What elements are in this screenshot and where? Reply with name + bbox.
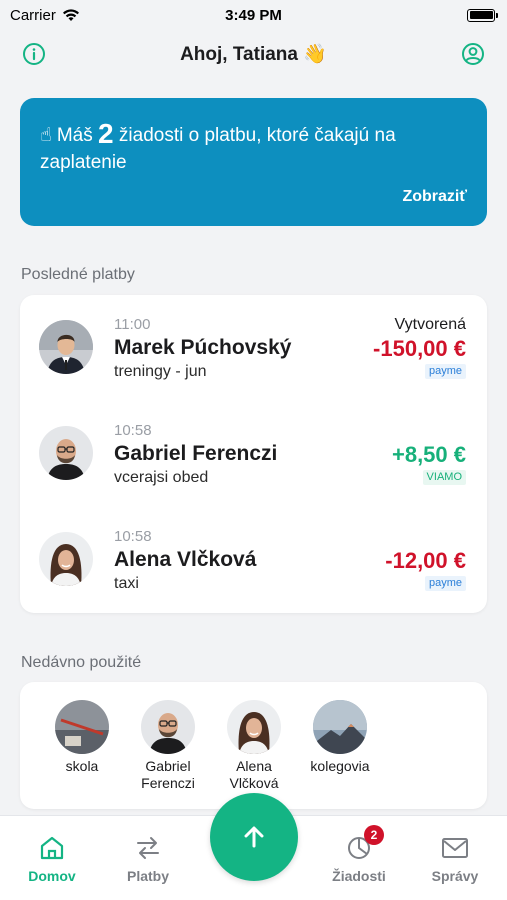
info-icon: [23, 43, 45, 65]
recent-item[interactable]: Alena Vlčková: [214, 700, 294, 792]
payment-name: Gabriel Ferenczi: [114, 442, 278, 465]
recent-payments-label: Posledné platby: [21, 266, 135, 283]
payment-note: taxi: [114, 575, 139, 592]
carrier-label: Carrier: [10, 6, 56, 24]
status-left: Carrier: [10, 7, 80, 24]
payment-name: Marek Púchovský: [114, 336, 292, 359]
wifi-icon: [62, 9, 79, 21]
payment-time: 10:58: [114, 528, 152, 545]
tab-label: Žiadosti: [332, 868, 386, 884]
send-payment-button[interactable]: [210, 793, 298, 881]
banner-text: ☝ Máš 2 žiadosti o platbu, ktoré čakajú …: [40, 120, 467, 176]
arrow-up-icon: [244, 826, 264, 848]
avatar: [39, 320, 93, 374]
recently-used-card: skola Gabriel Ferenczi Alena Vlčková kol…: [20, 682, 487, 809]
header: Ahoj, Tatiana 👋: [0, 36, 507, 72]
recent-item-label: skola: [65, 758, 99, 774]
payment-row[interactable]: 10:58 Alena Vlčková taxi -12,00 € payme: [20, 507, 487, 613]
avatar: [313, 700, 367, 754]
recent-item-label: Gabriel Ferenczi: [141, 758, 195, 791]
home-icon: [40, 836, 64, 860]
avatar: [141, 700, 195, 754]
banner-text-after: žiadosti o platbu, ktoré čakajú na zapla…: [40, 125, 396, 173]
avatar: [227, 700, 281, 754]
tab-messages[interactable]: Správy: [410, 834, 500, 884]
tab-requests[interactable]: 2 Žiadosti: [314, 825, 404, 884]
avatar: [39, 426, 93, 480]
payment-row[interactable]: 10:58 Gabriel Ferenczi vcerajsi obed +8,…: [20, 401, 487, 507]
tab-home[interactable]: Domov: [7, 834, 97, 884]
payment-status: Vytvorená: [394, 316, 466, 333]
payment-time: 11:00: [114, 316, 151, 333]
payment-time: 10:58: [114, 422, 152, 439]
recent-item[interactable]: skola: [42, 700, 122, 775]
payment-amount: -150,00 €: [373, 336, 466, 361]
pointing-up-icon: ☝: [40, 125, 52, 146]
payment-amount: +8,50 €: [391, 442, 466, 467]
profile-button[interactable]: [459, 40, 487, 68]
payment-requests-banner[interactable]: ☝ Máš 2 žiadosti o platbu, ktoré čakajú …: [20, 98, 487, 226]
recent-payments-card: 11:00 Marek Púchovský treningy - jun Vyt…: [20, 295, 487, 613]
payment-note: vcerajsi obed: [114, 469, 209, 486]
mail-icon: [442, 838, 468, 858]
payment-method-badge: payme: [424, 364, 466, 379]
tab-label: Platby: [126, 868, 169, 884]
notification-badge: 2: [364, 825, 384, 845]
avatar: [55, 700, 109, 754]
tab-payments[interactable]: Platby: [103, 834, 193, 884]
recent-item[interactable]: kolegovia: [300, 700, 380, 775]
banner-text-before: Máš: [56, 125, 93, 146]
user-icon: [462, 43, 484, 65]
recent-item-label: kolegovia: [310, 758, 370, 774]
tab-label: Správy: [431, 868, 479, 884]
payment-method-badge: payme: [424, 576, 466, 591]
info-button[interactable]: [20, 40, 48, 68]
tab-label: Domov: [28, 868, 76, 884]
banner-count: 2: [98, 118, 114, 149]
payment-note: treningy - jun: [114, 363, 207, 380]
payment-method-badge: VIAMO: [422, 470, 466, 485]
show-requests-link[interactable]: Zobraziť: [402, 188, 467, 206]
battery-icon: [467, 8, 498, 22]
avatar: [39, 532, 93, 586]
page-title: Ahoj, Tatiana 👋: [180, 44, 327, 65]
payment-row[interactable]: 11:00 Marek Púchovský treningy - jun Vyt…: [20, 295, 487, 401]
payment-name: Alena Vlčková: [114, 548, 257, 571]
transfer-arrows-icon: [137, 837, 159, 859]
status-bar: Carrier 3:49 PM: [0, 0, 507, 30]
recent-item-label: Alena Vlčková: [229, 758, 279, 791]
recent-item[interactable]: Gabriel Ferenczi: [128, 700, 208, 792]
payment-amount: -12,00 €: [385, 548, 466, 573]
recently-used-label: Nedávno použité: [21, 654, 142, 671]
